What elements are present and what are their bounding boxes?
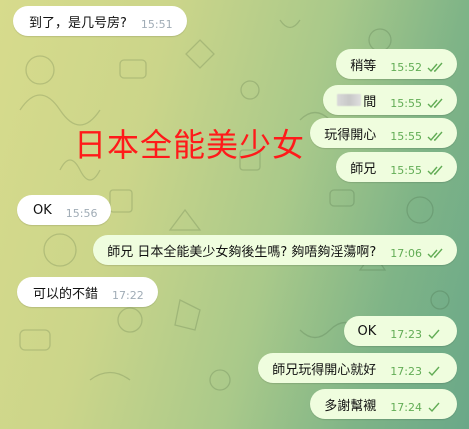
message-time: 17:23 <box>390 364 422 378</box>
single-check-icon <box>427 366 445 377</box>
redacted-text <box>337 94 362 106</box>
message-time: 17:23 <box>390 327 422 341</box>
message-time: 15:55 <box>390 129 422 143</box>
message-text: 到了，是几号房? <box>29 15 127 31</box>
message-bubble-outgoing[interactable]: 稍等 15:52 <box>336 49 457 79</box>
double-check-icon <box>427 98 445 109</box>
message-text: 間 <box>363 94 377 110</box>
message-time: 15:55 <box>390 163 422 177</box>
message-bubble-outgoing[interactable]: OK 17:23 <box>343 316 457 346</box>
message-text: 師兄 日本全能美少女夠後生嗎? 夠唔夠淫蕩啊? <box>107 244 377 260</box>
message-text: 玩得開心 <box>324 127 377 143</box>
message-bubble-incoming[interactable]: 到了，是几号房? 15:51 <box>13 6 187 36</box>
message-time: 17:06 <box>390 246 422 260</box>
double-check-icon <box>427 248 445 259</box>
single-check-icon <box>427 329 445 340</box>
double-check-icon <box>427 131 445 142</box>
message-time: 17:22 <box>112 288 144 302</box>
message-time: 15:55 <box>390 96 422 110</box>
message-text: 師兄 <box>350 161 377 177</box>
double-check-icon <box>427 62 445 73</box>
message-time: 15:52 <box>390 60 422 74</box>
overlay-title: 日本全能美少女 <box>74 126 306 164</box>
message-text: 可以的不錯 <box>33 286 99 302</box>
double-check-icon <box>427 165 445 176</box>
message-text: 稍等 <box>350 58 377 74</box>
message-time: 15:56 <box>65 206 98 220</box>
message-bubble-outgoing[interactable]: 多謝幫襯 17:24 <box>310 389 457 419</box>
message-bubble-incoming[interactable]: OK 15:56 <box>17 195 112 225</box>
chat-background: 日本全能美少女 到了，是几号房? 15:51 稍等 15:52 間 15:55 … <box>0 0 469 429</box>
message-bubble-incoming[interactable]: 可以的不錯 17:22 <box>17 277 158 307</box>
single-check-icon <box>427 402 445 413</box>
message-bubble-outgoing[interactable]: 玩得開心 15:55 <box>310 118 457 148</box>
message-bubble-outgoing[interactable]: 師兄玩得開心就好 17:23 <box>258 353 457 383</box>
message-text: 師兄玩得開心就好 <box>272 362 377 378</box>
message-text: 多謝幫襯 <box>324 398 377 414</box>
message-time: 15:51 <box>140 17 173 31</box>
message-time: 17:24 <box>390 400 422 414</box>
message-bubble-outgoing[interactable]: 間 15:55 <box>323 85 457 115</box>
message-bubble-outgoing[interactable]: 師兄 日本全能美少女夠後生嗎? 夠唔夠淫蕩啊? 17:06 <box>93 235 457 265</box>
message-bubble-outgoing[interactable]: 師兄 15:55 <box>336 152 457 182</box>
message-text: OK <box>33 202 52 218</box>
message-text: OK <box>357 323 377 339</box>
